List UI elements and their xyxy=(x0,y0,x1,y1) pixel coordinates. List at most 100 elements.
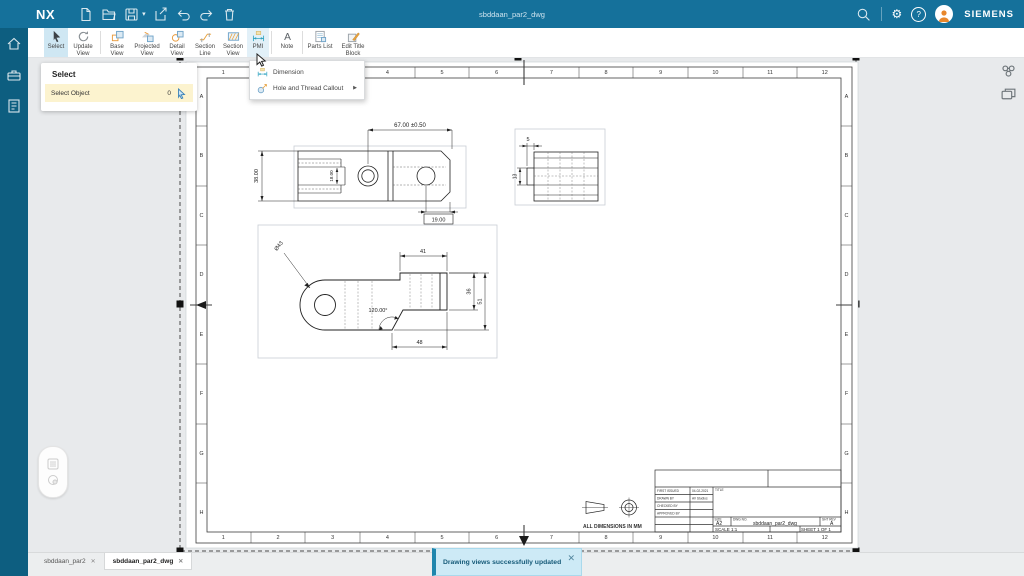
ribbon-divider xyxy=(100,31,101,54)
zone-label: 3 xyxy=(305,532,360,543)
zone-label: 2 xyxy=(251,532,306,543)
zone-label: E xyxy=(196,305,207,365)
zone-label: 4 xyxy=(360,67,415,78)
zone-label: E xyxy=(841,305,852,365)
dim-text: 19.00 xyxy=(432,218,446,224)
zone-label: G xyxy=(196,424,207,484)
touch-controls[interactable] xyxy=(38,446,68,498)
dim-text: 13 xyxy=(513,174,519,180)
tb-drawn-by-value: AV Studios xyxy=(692,497,708,501)
dim-text: 41 xyxy=(420,249,426,255)
zone-label: 10 xyxy=(688,532,743,543)
tab-drawing[interactable]: sbddaan_par2_dwg ✕ xyxy=(104,553,193,570)
home-icon[interactable] xyxy=(6,36,22,57)
ribbon-button-section-line[interactable]: Section Line xyxy=(191,28,219,57)
ribbon-button-parts-list[interactable]: Parts List xyxy=(305,28,335,57)
tab-label: sbddaan_par2 xyxy=(44,558,86,565)
dim-text: 48 xyxy=(416,340,422,346)
note-icon: A xyxy=(281,30,294,43)
zone-label: D xyxy=(196,246,207,306)
tb-first-issued-value: 04-02-2021 xyxy=(692,489,709,493)
ribbon-button-select[interactable]: Select xyxy=(44,28,68,57)
ribbon-button-update-view[interactable]: Update View xyxy=(68,28,98,57)
tb-title-label: TITLE xyxy=(715,488,724,492)
zone-label: C xyxy=(196,186,207,246)
zone-label: B xyxy=(841,127,852,187)
ribbon-button-label: Parts List xyxy=(307,44,332,51)
ribbon-button-section-view[interactable]: Section View xyxy=(219,28,247,57)
dim-text: 38.00 xyxy=(254,169,260,183)
ribbon-button-edit-title-block[interactable]: Edit Title Block xyxy=(335,28,371,57)
ribbon-button-label: Update View xyxy=(68,44,98,57)
keypad-icon xyxy=(47,458,59,470)
ribbon-button-label: Section Line xyxy=(191,44,219,57)
settings-gear-icon[interactable]: ⚙ xyxy=(891,8,902,20)
search-icon[interactable] xyxy=(855,6,872,23)
zone-label: 5 xyxy=(415,532,470,543)
tb-checked-by-label: CHECKED BY xyxy=(657,504,679,508)
svg-text:A: A xyxy=(284,32,291,43)
left-sidebar xyxy=(0,28,28,576)
siemens-logo: SIEMENS xyxy=(964,9,1014,20)
select-object-count: 0 xyxy=(167,90,171,97)
ribbon-button-label: Projected View xyxy=(131,44,163,57)
zone-label: H xyxy=(196,484,207,544)
tb-first-issued-label: FIRST ISSUED xyxy=(657,489,680,493)
dimension-icon xyxy=(257,67,268,78)
sheet-paper[interactable] xyxy=(186,62,858,548)
menu-item-hole-thread-callout[interactable]: Hole and Thread Callout ▶ xyxy=(250,80,364,96)
select-cursor-icon xyxy=(177,88,187,99)
tab-close-icon[interactable]: ✕ xyxy=(91,558,96,565)
titlebar-right: ⚙ ? SIEMENS xyxy=(855,0,1014,28)
help-icon[interactable]: ? xyxy=(911,7,926,22)
ribbon-button-label: Detail View xyxy=(163,44,191,57)
model-3d-icon[interactable] xyxy=(1000,62,1017,79)
zone-label: A xyxy=(841,67,852,127)
ribbon-button-label: PMI xyxy=(253,44,264,51)
titlebar-separator xyxy=(881,7,882,21)
zone-label: 9 xyxy=(633,67,688,78)
ribbon-button-detail-view[interactable]: Detail View xyxy=(163,28,191,57)
journal-icon[interactable] xyxy=(6,98,22,119)
zone-label: 11 xyxy=(743,532,798,543)
ribbon-toolbar: Select Update View Base View Projected V… xyxy=(28,28,1024,58)
ribbon-divider xyxy=(302,31,303,54)
menu-item-label: Hole and Thread Callout xyxy=(273,85,343,92)
tab-close-icon[interactable]: ✕ xyxy=(178,558,183,565)
ribbon-button-note[interactable]: A Note xyxy=(274,28,300,57)
section-view-icon xyxy=(227,30,240,43)
zone-letters-right: ABCDEFGH xyxy=(841,67,852,543)
ribbon-divider xyxy=(271,31,272,54)
select-object-label: Select Object xyxy=(51,90,167,97)
zone-label: B xyxy=(196,127,207,187)
tab-part[interactable]: sbddaan_par2 ✕ xyxy=(36,553,104,569)
zone-label: 6 xyxy=(469,67,524,78)
ribbon-button-projected-view[interactable]: Projected View xyxy=(131,28,163,57)
parts-list-icon xyxy=(314,30,327,43)
detail-view-icon xyxy=(171,30,184,43)
zone-letters-left: ABCDEFGH xyxy=(196,67,207,543)
zone-label: F xyxy=(841,365,852,425)
select-object-row[interactable]: Select Object 0 xyxy=(45,84,193,102)
zone-numbers-bottom: 123456789101112 xyxy=(196,532,852,543)
zone-label: D xyxy=(841,246,852,306)
panels-icon[interactable] xyxy=(1000,86,1017,103)
ribbon-button-label: Section View xyxy=(219,44,247,57)
ribbon-button-base-view[interactable]: Base View xyxy=(103,28,131,57)
toast-close-icon[interactable]: ✕ xyxy=(567,553,581,572)
toolbox-icon[interactable] xyxy=(6,67,22,88)
submenu-arrow-icon: ▶ xyxy=(353,85,357,91)
toast-notification: Drawing views successfully updated ✕ xyxy=(432,548,582,576)
zone-label: 9 xyxy=(633,532,688,543)
hole-callout-icon xyxy=(257,83,268,94)
user-avatar[interactable] xyxy=(935,5,953,23)
dim-text: 120.00° xyxy=(368,308,387,314)
ribbon-button-label: Note xyxy=(281,44,294,51)
dim-text: 5 xyxy=(526,137,529,143)
pmi-icon xyxy=(252,30,265,43)
menu-item-label: Dimension xyxy=(273,69,304,76)
zone-label: 10 xyxy=(688,67,743,78)
tb-dwg-label: DWG NO. xyxy=(733,518,747,522)
tb-approved-by-label: APPROVED BY xyxy=(657,512,681,516)
projected-view-icon xyxy=(141,30,154,43)
